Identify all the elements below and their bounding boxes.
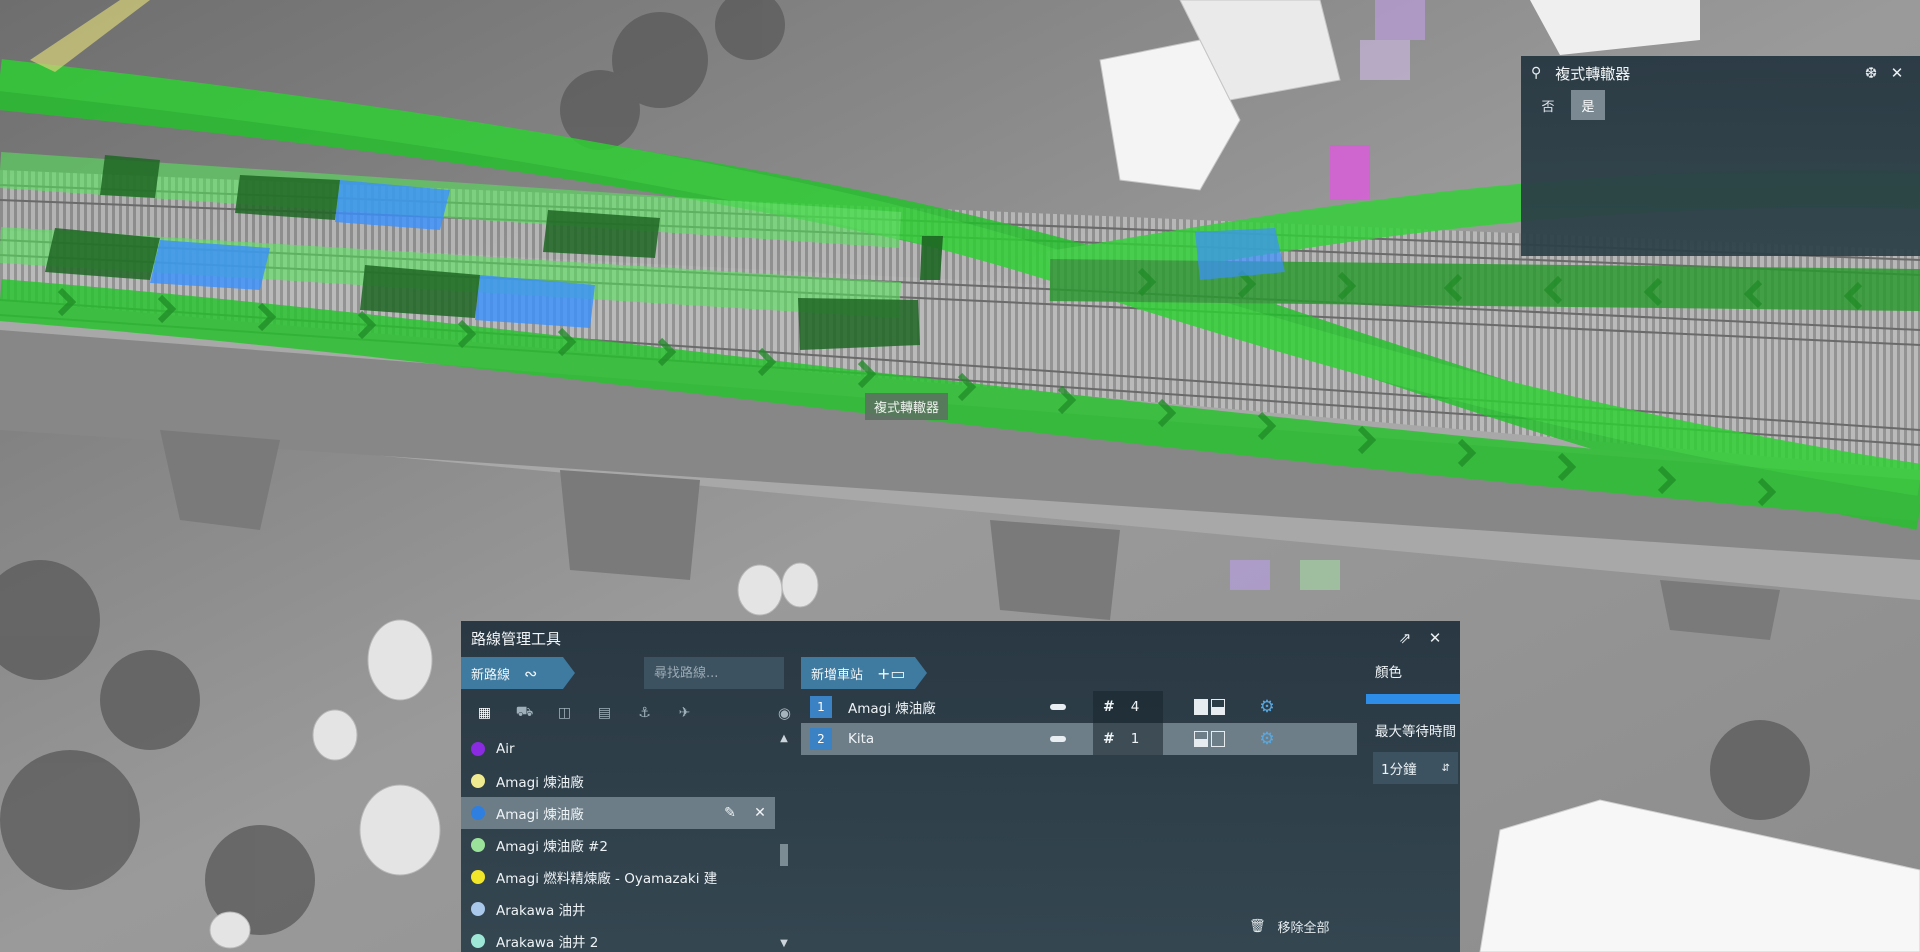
route-name: Amagi 煉油廠: [496, 807, 584, 823]
new-route-label: 新路線: [471, 667, 511, 683]
route-item[interactable]: Amagi 煉油廠: [461, 765, 775, 797]
door-side-toggle[interactable]: [1175, 723, 1243, 755]
load-slider[interactable]: [1043, 736, 1073, 742]
max-wait-label: 最大等待時間: [1375, 724, 1456, 740]
station-settings-gear-icon[interactable]: ⚙: [1243, 729, 1291, 749]
edit-pencil-icon[interactable]: ✎: [715, 805, 745, 821]
route-color-picker[interactable]: [1366, 694, 1460, 704]
route-name: Air: [496, 741, 515, 757]
switch-option-group: 否 是: [1521, 90, 1920, 120]
scroll-down-icon[interactable]: ▼: [777, 938, 791, 952]
ship-icon[interactable]: ⚓: [629, 701, 660, 725]
option-yes[interactable]: 是: [1571, 90, 1605, 120]
new-route-button[interactable]: 新路線 ∾: [461, 657, 575, 689]
route-color-dot: [471, 934, 485, 948]
route-name: Amagi 煉油廠: [496, 775, 584, 791]
route-properties: 顏色 最大等待時間 1分鐘 ⇵: [1354, 657, 1460, 784]
route-color-dot: [471, 742, 485, 756]
route-item[interactable]: Amagi 煉油廠 #2: [461, 829, 775, 861]
visibility-eye-icon[interactable]: ◉: [778, 704, 791, 722]
close-icon[interactable]: ✕: [1884, 64, 1910, 82]
route-color-dot: [471, 902, 485, 916]
station-number: 1: [810, 696, 832, 718]
station-list: 1 Amagi 煉油廠 # 4 ⚙ 2 Kita # 1 ⚙: [801, 691, 1357, 755]
location-pin-icon[interactable]: ⚲: [1531, 65, 1541, 81]
route-name: Arakawa 油井 2: [496, 935, 599, 951]
station-number: 2: [810, 728, 832, 750]
station-settings-gear-icon[interactable]: ⚙: [1243, 697, 1291, 717]
plane-icon[interactable]: ✈: [669, 701, 700, 725]
switch-info-panel: ⚲ 複式轉轍器 ❆ ✕ 否 是: [1521, 56, 1920, 256]
route-item-selected[interactable]: Amagi 煉油廠 ✎ ✕: [461, 797, 775, 829]
vehicle-type-filters: ▦ ⛟ ◫ ▤ ⚓ ✈ ◉: [461, 697, 791, 729]
trash-icon: 🗑: [1249, 919, 1266, 934]
grid-icon[interactable]: ▦: [469, 701, 500, 725]
add-station-label: 新增車站: [811, 667, 864, 683]
route-item[interactable]: Arakawa 油井 2: [461, 925, 775, 952]
route-name: Amagi 煉油廠 #2: [496, 839, 608, 855]
route-list[interactable]: Air Amagi 煉油廠 Amagi 煉油廠 ✎ ✕ Amagi 煉油廠 #2…: [461, 733, 775, 952]
route-list-scrollbar[interactable]: ▲ ▼: [777, 733, 791, 952]
route-color-dot: [471, 774, 485, 788]
platform-count: 1: [1130, 731, 1140, 747]
route-color-dot: [471, 870, 485, 884]
close-icon[interactable]: ✕: [1420, 629, 1450, 647]
platform-group[interactable]: # 1: [1093, 723, 1163, 755]
truck-icon[interactable]: ⛟: [509, 701, 540, 725]
popout-icon[interactable]: ⇗: [1390, 629, 1420, 647]
updown-arrows-icon: ⇵: [1441, 762, 1450, 774]
max-wait-value: 1分鐘: [1381, 762, 1417, 778]
scrollbar-thumb[interactable]: [780, 844, 788, 866]
switch-panel-title: 複式轉轍器: [1555, 64, 1631, 83]
route-search-input[interactable]: [644, 657, 784, 689]
route-item[interactable]: Amagi 燃料精煉廠 - Oyamazaki 建: [461, 861, 775, 893]
switch-label[interactable]: 複式轉轍器: [865, 393, 949, 420]
station-name: Kita: [848, 731, 875, 747]
route-name: Amagi 燃料精煉廠 - Oyamazaki 建: [496, 871, 718, 887]
platform-count: 4: [1130, 699, 1140, 715]
option-no[interactable]: 否: [1531, 90, 1565, 120]
load-slider[interactable]: [1043, 704, 1073, 710]
delete-route-icon[interactable]: ✕: [745, 805, 775, 821]
track-hash-icon: #: [1103, 731, 1115, 747]
scroll-up-icon[interactable]: ▲: [777, 733, 791, 747]
route-manager-header: 路線管理工具 ⇗ ✕: [461, 621, 1460, 655]
pin-icon[interactable]: ❆: [1858, 64, 1884, 82]
route-manager-window: 路線管理工具 ⇗ ✕ 新路線 ∾ ▦ ⛟ ◫ ▤ ⚓ ✈ ◉ Air Amagi…: [461, 621, 1460, 952]
train-icon[interactable]: ▤: [589, 701, 620, 725]
route-color-dot: [471, 806, 485, 820]
route-manager-title: 路線管理工具: [471, 629, 562, 648]
remove-all-label: 移除全部: [1277, 921, 1330, 936]
remove-all-button[interactable]: 🗑 移除全部: [1249, 917, 1330, 936]
route-name: Arakawa 油井: [496, 903, 586, 919]
route-item[interactable]: Arakawa 油井: [461, 893, 775, 925]
switch-panel-header: ⚲ 複式轉轍器 ❆ ✕: [1521, 56, 1920, 90]
color-label: 顏色: [1375, 665, 1402, 681]
station-row-selected[interactable]: 2 Kita # 1 ⚙: [801, 723, 1357, 755]
track-hash-icon: #: [1103, 699, 1115, 715]
platform-group[interactable]: # 4: [1093, 691, 1163, 723]
add-station-button[interactable]: 新增車站 +▭: [801, 657, 927, 689]
route-color-dot: [471, 838, 485, 852]
add-station-icon: +▭: [877, 663, 906, 683]
route-path-icon: ∾: [524, 663, 538, 683]
station-row[interactable]: 1 Amagi 煉油廠 # 4 ⚙: [801, 691, 1357, 723]
bus-icon[interactable]: ◫: [549, 701, 580, 725]
max-wait-select[interactable]: 1分鐘 ⇵: [1373, 752, 1458, 784]
route-item[interactable]: Air: [461, 733, 775, 765]
station-name: Amagi 煉油廠: [848, 701, 936, 717]
door-side-toggle[interactable]: [1175, 691, 1243, 723]
